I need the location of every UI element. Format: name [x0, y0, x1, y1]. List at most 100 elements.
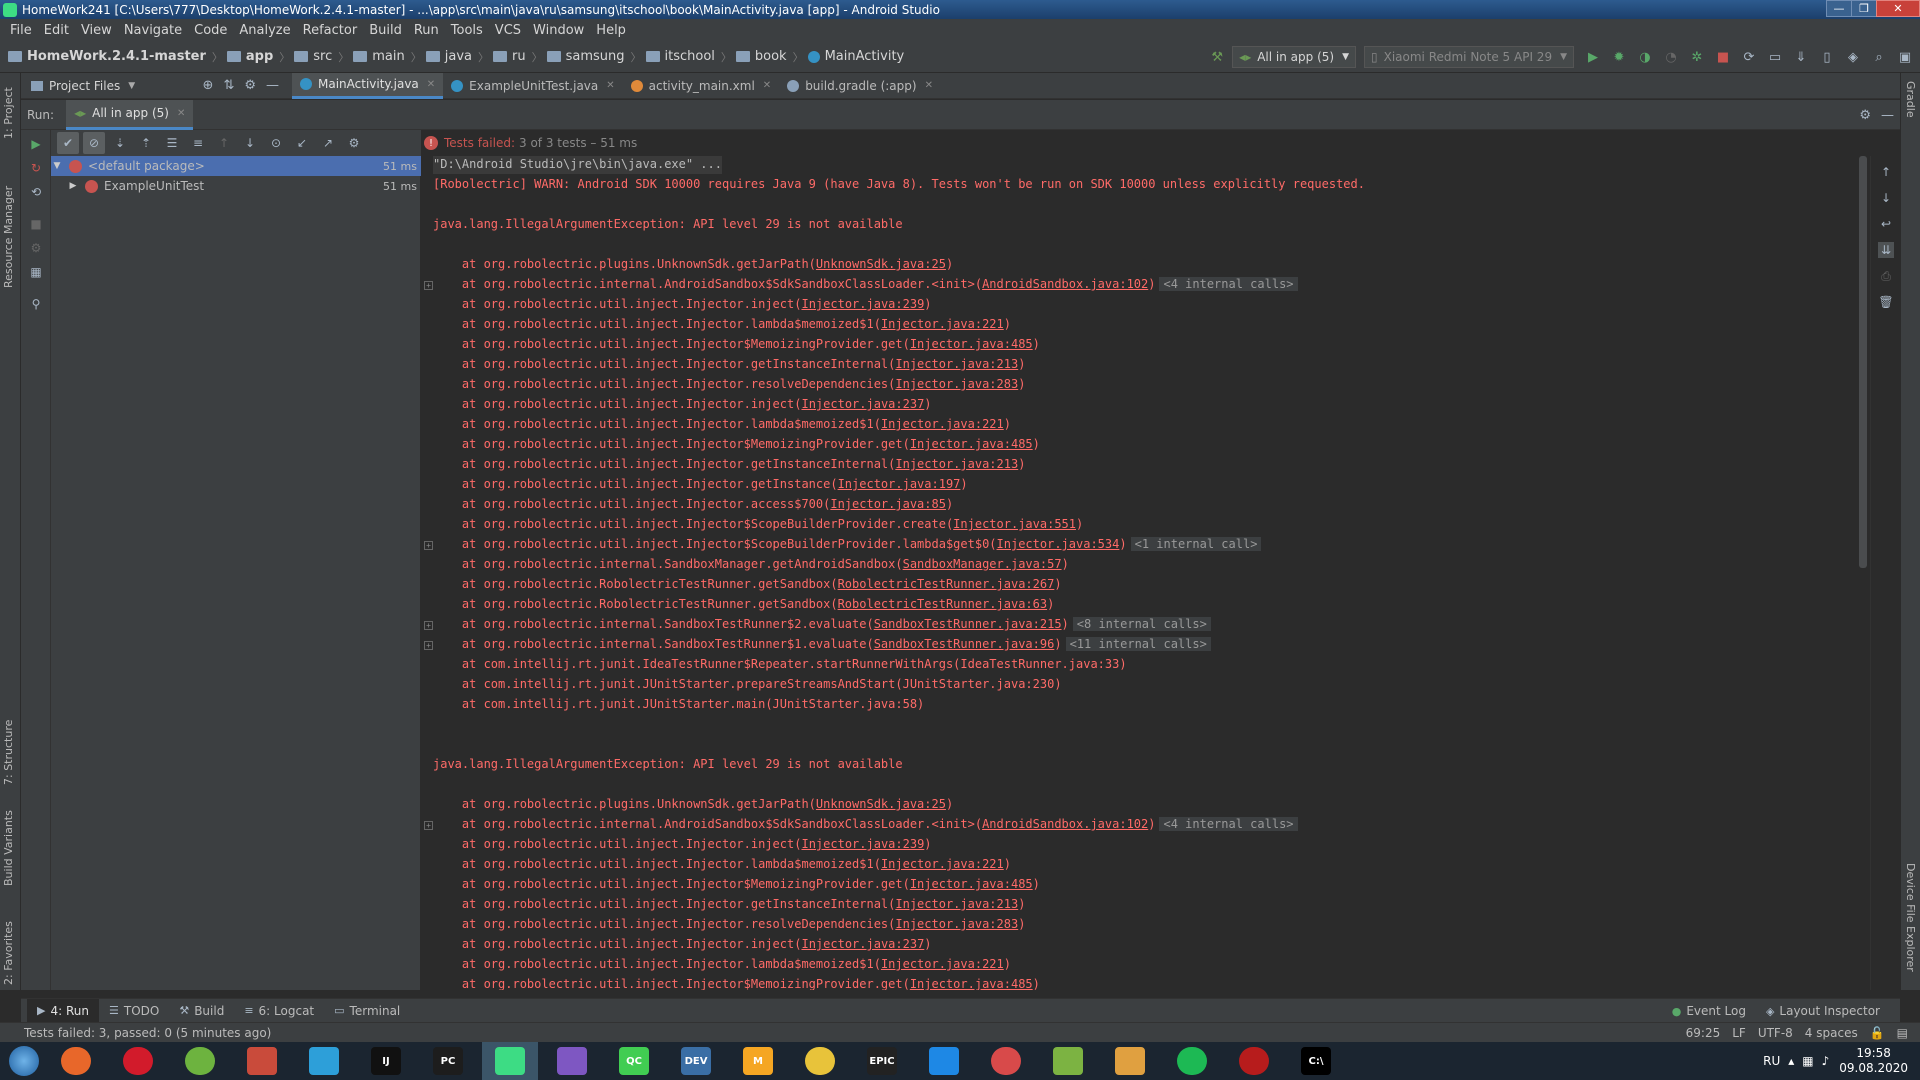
breadcrumb-item-2[interactable]: src 〉 [294, 49, 349, 65]
sync-project-icon[interactable]: ⟳ [1738, 46, 1760, 68]
run-tab-all-in-app[interactable]: ◂▸ All in app (5) ✕ [66, 99, 194, 130]
collapse-all-icon[interactable]: ≡ [187, 132, 209, 154]
source-link[interactable]: SandboxManager.java:57 [903, 557, 1062, 571]
source-link[interactable]: Injector.java:221 [881, 317, 1004, 331]
maximize-button[interactable]: ❐ [1851, 0, 1877, 17]
console-scrollbar[interactable] [1859, 156, 1867, 568]
lock-icon[interactable]: 🔓 [1870, 1026, 1885, 1040]
menu-analyze[interactable]: Analyze [233, 23, 296, 38]
stop-icon[interactable]: ■ [28, 216, 44, 232]
chevron-down-icon[interactable]: ▼ [51, 161, 63, 171]
source-link[interactable]: Injector.java:197 [838, 477, 961, 491]
editor-tab-2[interactable]: activity_main.xml ✕ [623, 73, 780, 99]
taskbar-dev-cpp[interactable]: DEV [668, 1042, 724, 1080]
gear-icon[interactable]: ⚙ [1859, 108, 1871, 123]
up-arrow-icon[interactable]: ↑ [1878, 164, 1894, 180]
taskbar-android-studio[interactable] [482, 1042, 538, 1080]
line-separator[interactable]: LF [1732, 1026, 1746, 1040]
test-history-icon[interactable]: ⊙ [265, 132, 287, 154]
bottom-tab-build[interactable]: ⚒ Build [169, 999, 234, 1023]
source-link[interactable]: Injector.java:213 [895, 457, 1018, 471]
taskbar-qt-creator[interactable]: QC [606, 1042, 662, 1080]
menu-refactor[interactable]: Refactor [297, 23, 364, 38]
internal-calls-fold[interactable]: <11 internal calls> [1065, 637, 1211, 651]
run-config-select[interactable]: ◂▸ All in app (5) ▼ [1232, 46, 1356, 68]
layout-inspector-tab[interactable]: ◈ Layout Inspector [1756, 999, 1890, 1023]
print-icon[interactable]: ⎙ [1878, 268, 1894, 284]
close-icon[interactable]: ✕ [763, 80, 771, 91]
previous-failed-icon[interactable]: ↑ [213, 132, 235, 154]
taskbar-chrome[interactable] [792, 1042, 848, 1080]
layout-icon[interactable]: ▦ [28, 264, 44, 280]
show-hidden-icons-icon[interactable]: ▴ [1788, 1054, 1794, 1068]
gear-icon[interactable]: ⚙ [244, 78, 256, 93]
toggle-auto-test-icon[interactable]: ⟲ [28, 184, 44, 200]
device-manager-icon[interactable]: ▯ [1816, 46, 1838, 68]
search-icon[interactable]: ⌕ [1868, 46, 1890, 68]
source-link[interactable]: Injector.java:485 [910, 437, 1033, 451]
close-icon[interactable]: ✕ [606, 80, 614, 91]
source-link[interactable]: Injector.java:239 [801, 837, 924, 851]
breadcrumb-item-6[interactable]: samsung 〉 [546, 49, 642, 65]
source-link[interactable]: Injector.java:221 [881, 957, 1004, 971]
fold-toggle-icon[interactable]: + [424, 621, 433, 630]
breadcrumb-item-8[interactable]: book 〉 [735, 49, 804, 65]
source-link[interactable]: UnknownSdk.java:25 [816, 257, 946, 271]
menu-file[interactable]: File [4, 23, 38, 38]
taskbar-cmd[interactable]: C:\ [1288, 1042, 1344, 1080]
source-link[interactable]: SandboxTestRunner.java:215 [874, 617, 1062, 631]
fold-toggle-icon[interactable]: + [424, 281, 433, 290]
trash-icon[interactable]: 🗑 [1878, 294, 1894, 310]
fold-toggle-icon[interactable]: + [424, 821, 433, 830]
taskbar-utorrent[interactable] [172, 1042, 228, 1080]
stop-icon[interactable]: ■ [1712, 46, 1734, 68]
taskbar-photos[interactable] [1102, 1042, 1158, 1080]
soft-wrap-icon[interactable]: ↩ [1878, 216, 1894, 232]
next-failed-icon[interactable]: ↓ [239, 132, 261, 154]
editor-tab-3[interactable]: build.gradle (:app) ✕ [779, 73, 941, 99]
gradle-tool-tab[interactable]: Gradle [1904, 81, 1917, 141]
export-tests-icon[interactable]: ↗ [317, 132, 339, 154]
coverage-icon[interactable]: ◑ [1634, 46, 1656, 68]
collapse-all-icon[interactable]: ⇅ [223, 78, 234, 93]
hide-icon[interactable]: — [266, 78, 279, 93]
device-select[interactable]: ▯ Xiaomi Redmi Note 5 API 29 ▼ [1364, 46, 1574, 68]
source-link[interactable]: RobolectricTestRunner.java:63 [838, 597, 1048, 611]
import-tests-icon[interactable]: ↙ [291, 132, 313, 154]
source-link[interactable]: Injector.java:485 [910, 337, 1033, 351]
menu-view[interactable]: View [75, 23, 118, 38]
breadcrumb-item-7[interactable]: itschool 〉 [645, 49, 732, 65]
source-link[interactable]: UnknownSdk.java:25 [816, 797, 946, 811]
network-icon[interactable]: ▦ [1802, 1054, 1813, 1068]
project-view-selector[interactable]: Project Files ▼ ⊕ ⇅ ⚙ — [21, 73, 292, 99]
source-link[interactable]: Injector.java:485 [910, 977, 1033, 990]
layout-inspector-icon[interactable]: ◈ [1842, 46, 1864, 68]
taskbar-pycharm[interactable]: PC [420, 1042, 476, 1080]
source-link[interactable]: Injector.java:237 [801, 397, 924, 411]
device-file-explorer-tool-tab[interactable]: Device File Explorer [1904, 863, 1917, 983]
memory-indicator-icon[interactable]: ▤ [1897, 1026, 1908, 1040]
source-link[interactable]: AndroidSandbox.java:102 [982, 277, 1148, 291]
sdk-manager-icon[interactable]: ⇓ [1790, 46, 1812, 68]
breadcrumb-item-3[interactable]: main 〉 [353, 49, 422, 65]
breadcrumb-item-1[interactable]: app 〉 [226, 49, 290, 65]
minimize-button[interactable]: — [1826, 0, 1852, 17]
close-icon[interactable]: ✕ [925, 80, 933, 91]
source-link[interactable]: Injector.java:485 [910, 877, 1033, 891]
taskbar-intellij[interactable]: IJ [358, 1042, 414, 1080]
rerun-icon[interactable]: ▶ [28, 136, 44, 152]
rerun-failed-icon[interactable]: ↻ [28, 160, 44, 176]
source-link[interactable]: Injector.java:283 [895, 917, 1018, 931]
breadcrumb-item-5[interactable]: ru 〉 [493, 49, 543, 65]
resource-manager-tool-tab[interactable]: Resource Manager [2, 173, 15, 288]
source-link[interactable]: Injector.java:221 [881, 857, 1004, 871]
menu-tools[interactable]: Tools [445, 23, 489, 38]
internal-calls-fold[interactable]: <8 internal calls> [1072, 617, 1211, 631]
source-link[interactable]: SandboxTestRunner.java:96 [874, 637, 1055, 651]
project-tool-tab[interactable]: 1: Project [2, 79, 15, 139]
close-window-button[interactable]: ✕ [1876, 0, 1920, 17]
source-link[interactable]: Injector.java:237 [801, 937, 924, 951]
source-link[interactable]: Injector.java:213 [895, 357, 1018, 371]
taskbar-epic-games[interactable]: EPIC [854, 1042, 910, 1080]
editor-tab-1[interactable]: ExampleUnitTest.java ✕ [443, 73, 622, 99]
